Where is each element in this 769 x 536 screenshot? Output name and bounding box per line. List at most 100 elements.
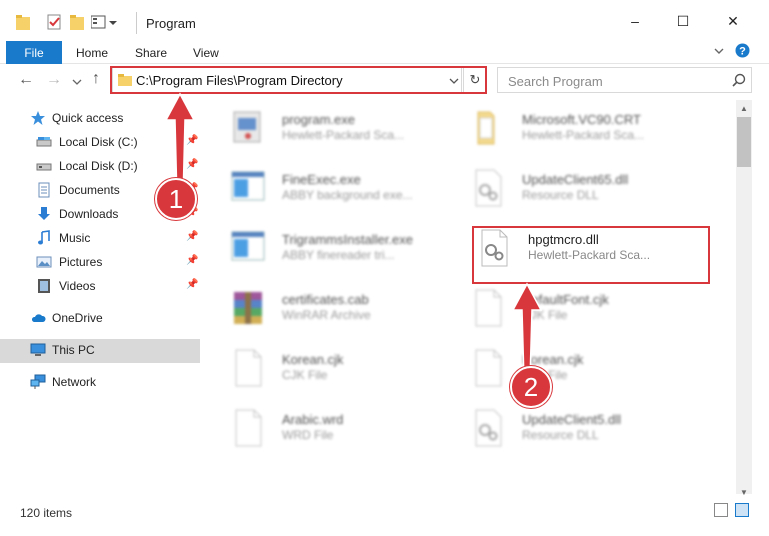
exe-icon xyxy=(231,231,265,261)
forward-arrow-icon[interactable]: → xyxy=(46,71,62,89)
scrollbar-thumb[interactable] xyxy=(737,117,751,167)
recent-locations-icon[interactable] xyxy=(72,78,82,86)
music-icon xyxy=(38,230,50,245)
window-title: Program xyxy=(146,16,196,31)
sidebar-item-label: Documents xyxy=(59,183,120,197)
customize-quick-access-icon[interactable] xyxy=(91,14,121,34)
new-folder-icon[interactable] xyxy=(70,14,84,34)
file-description: ABBY background exe... xyxy=(282,188,413,202)
cloud-icon xyxy=(31,314,46,322)
sidebar-item-label: Local Disk (D:) xyxy=(59,159,138,173)
file-name: program.exe xyxy=(282,112,355,127)
sidebar-item-label: This PC xyxy=(52,343,95,357)
scroll-up-icon[interactable]: ▲ xyxy=(736,100,752,116)
file-name: Arabic.wrd xyxy=(282,412,344,427)
drive-icon xyxy=(36,163,52,171)
sidebar-item-this-pc[interactable]: This PC xyxy=(0,339,200,363)
pin-icon: 📌 xyxy=(186,231,199,242)
minimize-button[interactable]: – xyxy=(612,6,658,36)
ribbon-tabs: File Home Share View ? xyxy=(0,38,769,64)
list-item[interactable]: Microsoft.VC90.CRT Hewlett-Packard Sca..… xyxy=(470,108,720,158)
folder-icon xyxy=(16,15,30,30)
archive-icon xyxy=(234,292,262,324)
computer-icon xyxy=(30,343,46,356)
title-bar: Program – ☐ ✕ xyxy=(0,0,769,38)
file-description: CJK File xyxy=(282,368,328,382)
list-item[interactable]: FineExec.exe ABBY background exe... xyxy=(230,168,480,218)
search-input[interactable]: Search Program xyxy=(497,67,752,93)
file-list: program.exe Hewlett-Packard Sca... FineE… xyxy=(200,100,736,494)
close-button[interactable]: ✕ xyxy=(710,6,756,36)
large-icons-view-icon[interactable] xyxy=(735,503,749,517)
file-icon xyxy=(235,409,262,447)
sidebar-item-network[interactable]: Network xyxy=(0,371,200,393)
sidebar-item-music[interactable]: Music 📌 xyxy=(0,227,200,249)
status-bar xyxy=(0,498,769,536)
file-icon xyxy=(475,289,502,327)
file-icon xyxy=(475,349,502,387)
sidebar-item-onedrive[interactable]: OneDrive xyxy=(0,307,200,329)
exe-icon xyxy=(233,111,261,143)
file-description: WRD File xyxy=(282,428,334,442)
list-item[interactable]: Korean.cjk CJK File xyxy=(230,348,480,398)
tab-file[interactable]: File xyxy=(6,41,62,64)
details-view-icon[interactable] xyxy=(714,503,728,517)
svg-text:?: ? xyxy=(739,46,746,58)
pictures-icon xyxy=(36,256,52,268)
expand-ribbon-icon[interactable] xyxy=(713,45,725,57)
file-name: Microsoft.VC90.CRT xyxy=(522,112,641,127)
pin-icon: 📌 xyxy=(186,255,199,266)
exe-icon xyxy=(231,171,265,201)
file-description: Resource DLL xyxy=(522,428,599,442)
list-item[interactable]: certificates.cab WinRAR Archive xyxy=(230,288,480,338)
tab-home[interactable]: Home xyxy=(76,46,108,60)
sidebar-item-videos[interactable]: Videos 📌 xyxy=(0,275,200,297)
list-item[interactable]: program.exe Hewlett-Packard Sca... xyxy=(230,108,480,158)
file-name: UpdateClient65.dll xyxy=(522,172,629,187)
step-badge-2: 2 xyxy=(510,366,552,408)
sidebar-item-label: Network xyxy=(52,375,97,389)
back-arrow-icon[interactable]: ← xyxy=(18,71,34,89)
sidebar-item-label: Music xyxy=(59,231,91,245)
folder-icon xyxy=(477,111,495,145)
drive-icon xyxy=(36,137,52,147)
documents-icon xyxy=(38,182,50,198)
item-count: 120 items xyxy=(20,506,73,520)
list-item[interactable]: UpdateClient5.dll Resource DLL xyxy=(470,408,720,458)
sidebar-item-label: Pictures xyxy=(59,255,103,269)
dll-icon xyxy=(475,169,502,207)
properties-icon[interactable] xyxy=(47,14,63,34)
search-icon xyxy=(732,73,746,87)
file-name: certificates.cab xyxy=(282,292,369,307)
list-item[interactable]: Arabic.wrd WRD File xyxy=(230,408,480,458)
help-icon[interactable]: ? xyxy=(735,43,750,58)
sidebar-item-label: Local Disk (C:) xyxy=(59,135,138,149)
file-description: Hewlett-Packard Sca... xyxy=(522,128,645,142)
list-item[interactable]: TrigrammsInstaller.exe ABBY finereader t… xyxy=(230,228,480,278)
sidebar-item-label: Quick access xyxy=(52,111,124,125)
sidebar-item-label: Videos xyxy=(59,279,96,293)
up-arrow-icon[interactable]: ↑ xyxy=(92,70,100,88)
videos-icon xyxy=(38,279,50,293)
sidebar-item-label: OneDrive xyxy=(52,311,103,325)
file-icon xyxy=(235,349,262,387)
pin-icon: 📌 xyxy=(186,279,199,290)
sidebar-item-pictures[interactable]: Pictures 📌 xyxy=(0,251,200,273)
file-name: TrigrammsInstaller.exe xyxy=(282,232,413,247)
file-name: FineExec.exe xyxy=(282,172,361,187)
file-description: WinRAR Archive xyxy=(282,308,371,322)
list-item[interactable]: UpdateClient65.dll Resource DLL xyxy=(470,168,720,218)
file-name: UpdateClient5.dll xyxy=(522,412,622,427)
title-divider xyxy=(136,12,137,34)
file-description: Hewlett-Packard Sca... xyxy=(282,128,405,142)
file-highlight-box xyxy=(472,226,710,284)
file-description: ABBY finereader tri... xyxy=(282,248,395,262)
tab-view[interactable]: View xyxy=(193,46,219,60)
sidebar-item-label: Downloads xyxy=(59,207,119,221)
maximize-button[interactable]: ☐ xyxy=(660,6,706,36)
downloads-icon xyxy=(38,207,50,220)
dll-icon xyxy=(475,409,502,447)
star-icon xyxy=(31,111,45,125)
tab-share[interactable]: Share xyxy=(135,46,167,60)
file-description: Resource DLL xyxy=(522,188,599,202)
